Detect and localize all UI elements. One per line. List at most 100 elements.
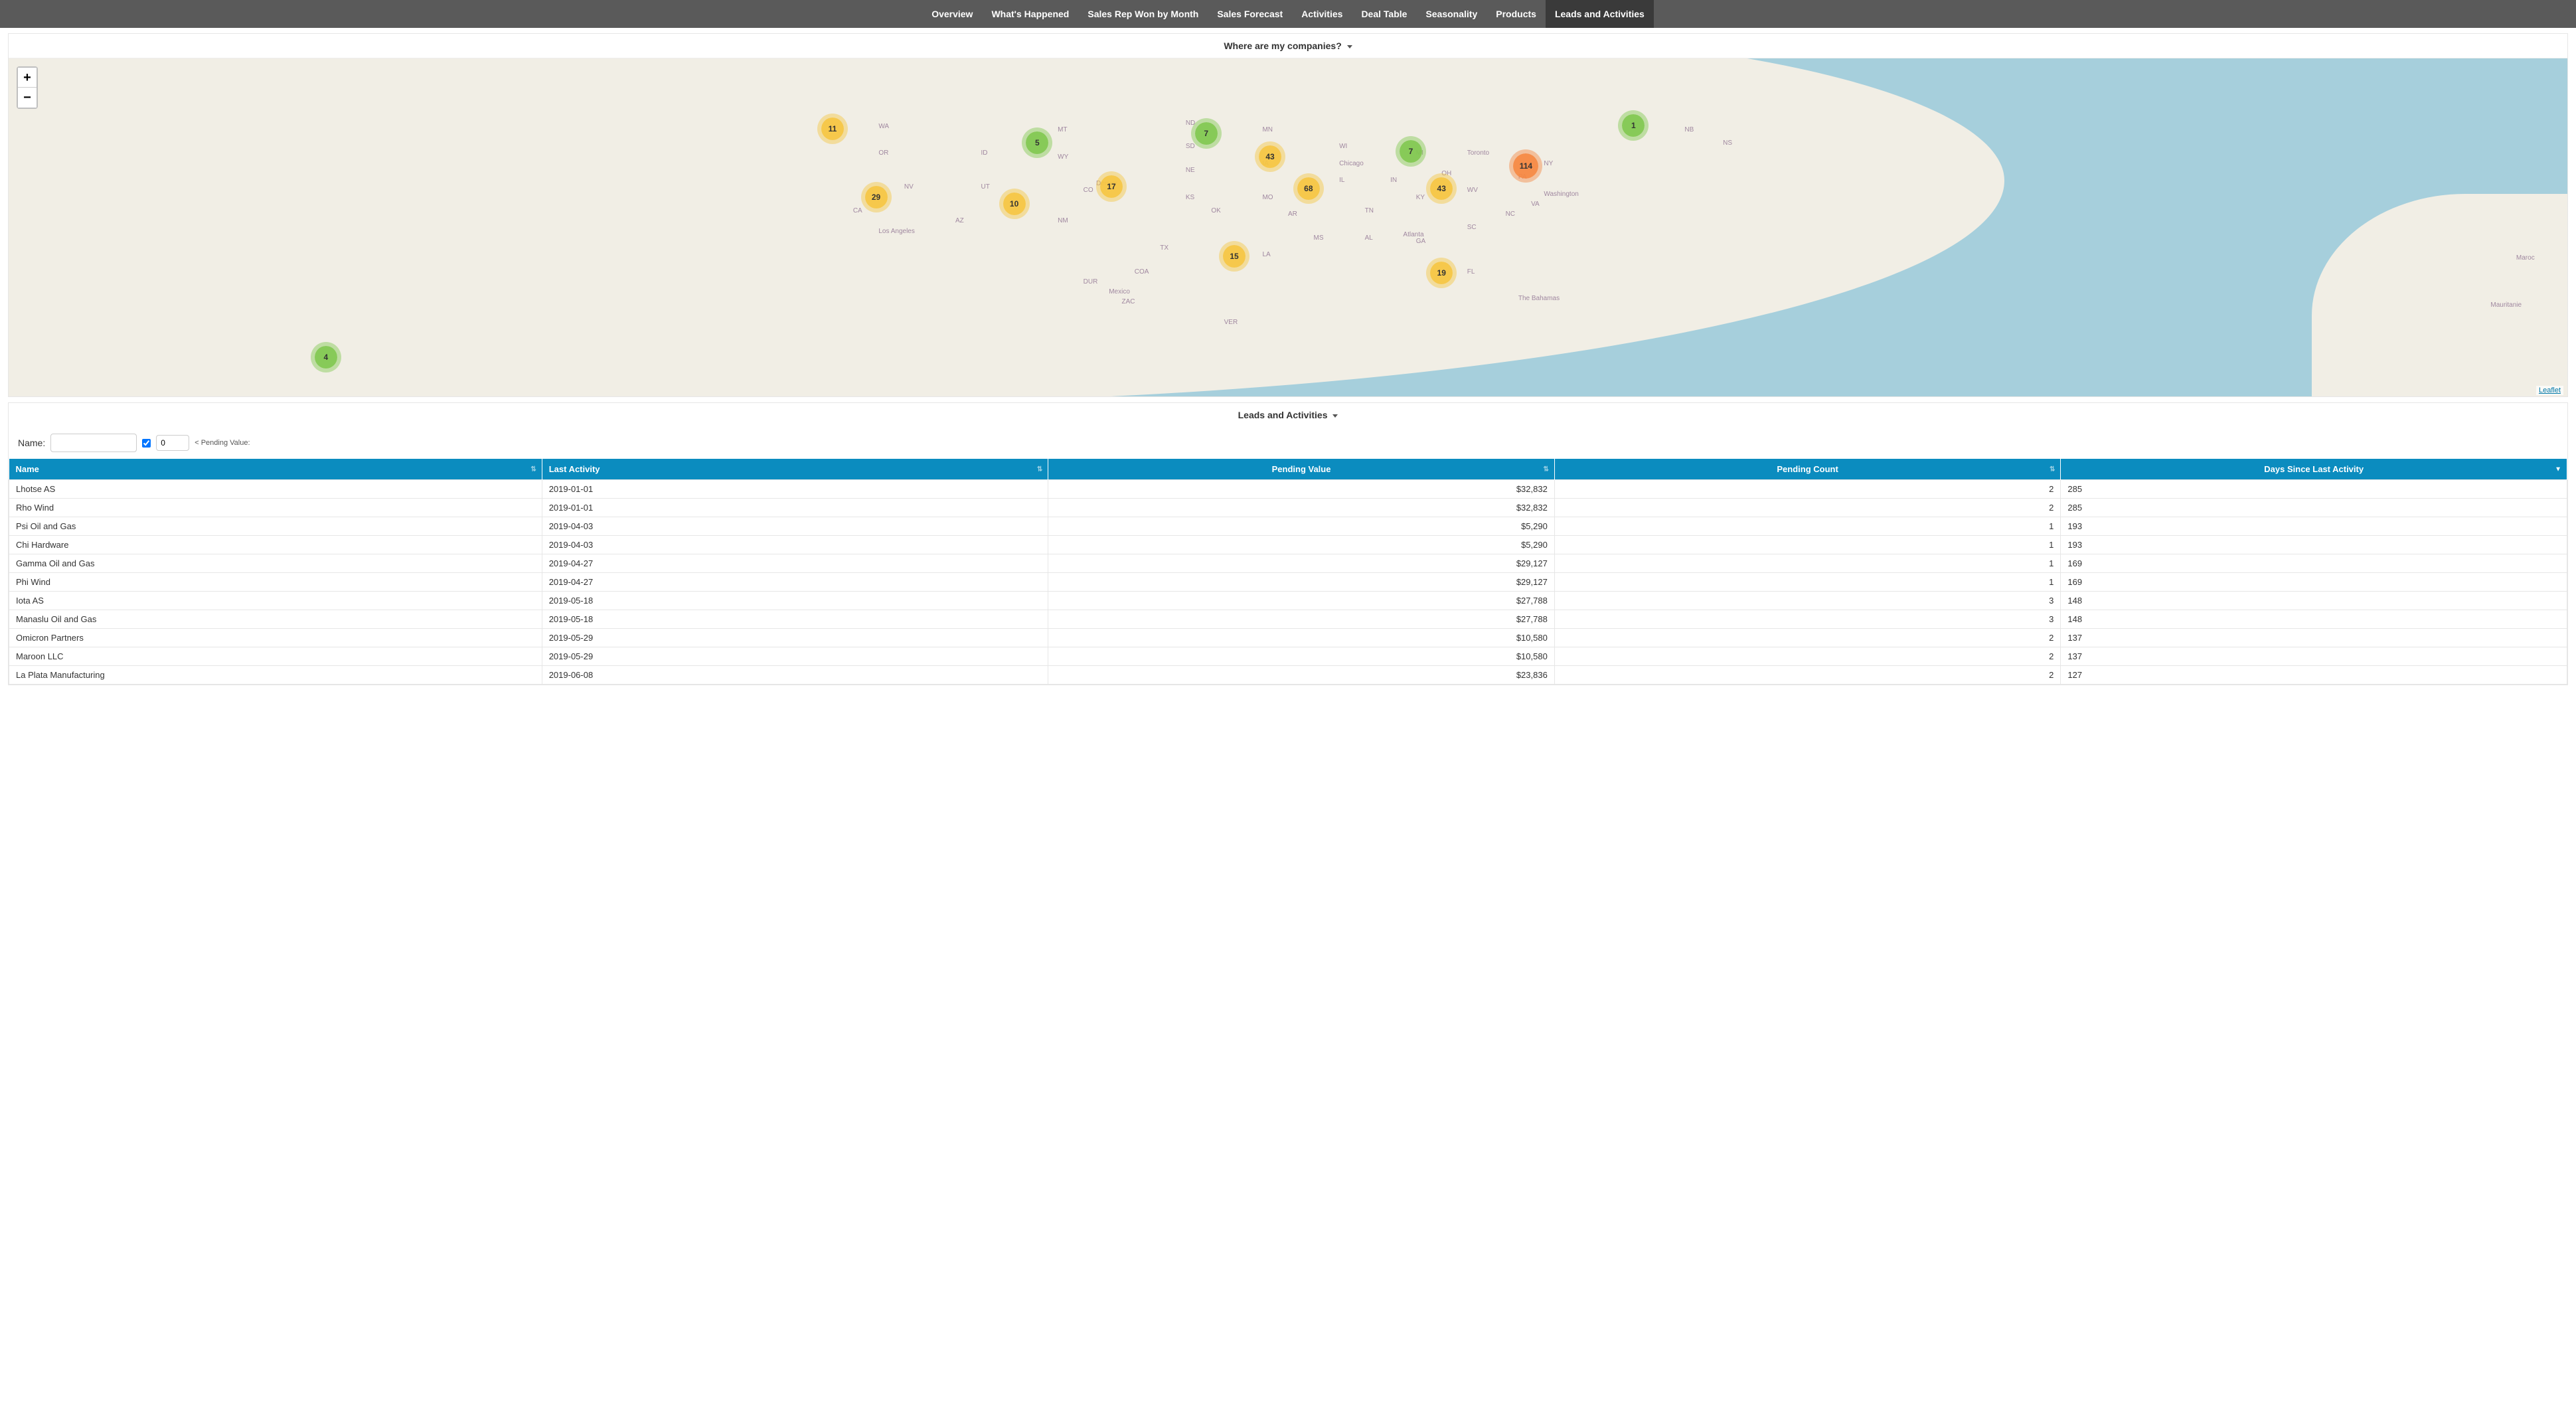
table-row[interactable]: Rho Wind2019-01-01$32,8322285 [9,499,2567,517]
cell-name: Phi Wind [9,573,542,592]
cell-pc: 2 [1554,480,2061,499]
map-label: LA [1262,251,1270,258]
column-header-days-since-last-activity[interactable]: Days Since Last Activity▼ [2061,459,2567,480]
cell-last: 2019-05-18 [542,610,1048,629]
name-filter-label: Name: [18,438,45,448]
land-north-america [9,58,2004,396]
column-header-pending-count[interactable]: Pending Count⇅ [1554,459,2061,480]
column-header-last-activity[interactable]: Last Activity⇅ [542,459,1048,480]
leads-panel: Leads and Activities Name: < Pending Val… [8,402,2568,685]
map-cluster[interactable]: 4 [315,346,337,369]
caret-down-icon [1347,45,1352,48]
map-label: NC [1506,210,1515,218]
pending-value-suffix: < Pending Value: [195,439,250,447]
cell-pv: $5,290 [1048,517,1555,536]
zoom-in-button[interactable]: + [18,68,37,88]
nav-tab-overview[interactable]: Overview [922,0,982,28]
nav-tab-what-s-happened[interactable]: What's Happened [982,0,1078,28]
map-cluster[interactable]: 5 [1026,131,1048,154]
nav-container: OverviewWhat's HappenedSales Rep Won by … [922,0,1654,28]
map-label: NB [1684,126,1694,133]
map-cluster[interactable]: 7 [1195,122,1218,145]
cell-name: Psi Oil and Gas [9,517,542,536]
cell-pc: 1 [1554,517,2061,536]
cell-pv: $32,832 [1048,480,1555,499]
cell-pc: 2 [1554,499,2061,517]
map-label: Chicago [1339,160,1364,167]
table-row[interactable]: Gamma Oil and Gas2019-04-27$29,1271169 [9,554,2567,573]
nav-tab-leads-and-activities[interactable]: Leads and Activities [1546,0,1654,28]
cell-name: La Plata Manufacturing [9,666,542,685]
map-cluster[interactable]: 43 [1259,145,1281,168]
map-panel-title[interactable]: Where are my companies? [9,34,2567,58]
map-label: The Bahamas [1518,295,1560,302]
column-header-label: Pending Count [1777,464,1838,474]
map-attribution-link[interactable]: Leaflet [2536,386,2563,395]
nav-tab-seasonality[interactable]: Seasonality [1416,0,1487,28]
map-cluster[interactable]: 10 [1003,193,1026,215]
cell-last: 2019-04-03 [542,536,1048,554]
cell-pv: $27,788 [1048,610,1555,629]
pending-value-checkbox[interactable] [142,439,151,448]
column-header-pending-value[interactable]: Pending Value⇅ [1048,459,1555,480]
map-cluster[interactable]: 15 [1223,245,1246,268]
cell-pc: 1 [1554,573,2061,592]
map-cluster[interactable]: 114 [1513,153,1538,179]
map-label: Maroc [2516,254,2535,262]
table-row[interactable]: Lhotse AS2019-01-01$32,8322285 [9,480,2567,499]
top-nav: OverviewWhat's HappenedSales Rep Won by … [0,0,2576,28]
cell-last: 2019-04-27 [542,554,1048,573]
cell-name: Iota AS [9,592,542,610]
map-cluster[interactable]: 19 [1430,262,1453,284]
table-row[interactable]: La Plata Manufacturing2019-06-08$23,8362… [9,666,2567,685]
table-row[interactable]: Iota AS2019-05-18$27,7883148 [9,592,2567,610]
column-header-label: Pending Value [1272,464,1331,474]
map-cluster[interactable]: 11 [821,118,844,140]
map-label: IN [1390,177,1397,184]
cell-pc: 2 [1554,666,2061,685]
map-cluster[interactable]: 17 [1100,175,1123,198]
map-cluster[interactable]: 43 [1430,177,1453,200]
nav-tab-activities[interactable]: Activities [1292,0,1352,28]
map-label: MT [1058,126,1067,133]
zoom-out-button[interactable]: − [18,88,37,108]
cell-pc: 2 [1554,629,2061,647]
map-label: UT [981,183,990,191]
table-row[interactable]: Manaslu Oil and Gas2019-05-18$27,7883148 [9,610,2567,629]
cell-days: 285 [2061,480,2567,499]
nav-tab-sales-forecast[interactable]: Sales Forecast [1208,0,1292,28]
map-label: Los Angeles [878,228,915,235]
column-header-name[interactable]: Name⇅ [9,459,542,480]
column-header-label: Days Since Last Activity [2264,464,2364,474]
table-row[interactable]: Chi Hardware2019-04-03$5,2901193 [9,536,2567,554]
map[interactable]: WAORIDMTNDSDMNWIMITorontoNBNSNYPAWashing… [9,58,2567,396]
leads-panel-title[interactable]: Leads and Activities [9,403,2567,427]
map-cluster[interactable]: 7 [1400,140,1422,163]
map-cluster[interactable]: 1 [1622,114,1645,137]
map-label: KS [1186,194,1194,201]
map-label: Mauritanie [2490,301,2522,309]
nav-tab-deal-table[interactable]: Deal Table [1352,0,1416,28]
cell-last: 2019-04-03 [542,517,1048,536]
pending-value-input[interactable] [156,435,189,451]
cell-pv: $29,127 [1048,573,1555,592]
table-row[interactable]: Psi Oil and Gas2019-04-03$5,2901193 [9,517,2567,536]
name-filter-input[interactable] [50,434,137,452]
map-label: NV [904,183,914,191]
table-row[interactable]: Maroon LLC2019-05-29$10,5802137 [9,647,2567,666]
cell-pv: $10,580 [1048,647,1555,666]
map-cluster[interactable]: 68 [1297,177,1320,200]
cell-name: Omicron Partners [9,629,542,647]
cell-days: 127 [2061,666,2567,685]
nav-tab-products[interactable]: Products [1487,0,1546,28]
map-cluster[interactable]: 29 [865,186,888,208]
table-row[interactable]: Phi Wind2019-04-27$29,1271169 [9,573,2567,592]
map-label: NM [1058,217,1068,224]
map-label: MS [1314,234,1324,242]
leads-table: Name⇅Last Activity⇅Pending Value⇅Pending… [9,459,2567,685]
cell-pc: 1 [1554,554,2061,573]
map-label: GA [1416,238,1425,245]
table-row[interactable]: Omicron Partners2019-05-29$10,5802137 [9,629,2567,647]
nav-tab-sales-rep-won-by-month[interactable]: Sales Rep Won by Month [1078,0,1208,28]
cell-pv: $29,127 [1048,554,1555,573]
